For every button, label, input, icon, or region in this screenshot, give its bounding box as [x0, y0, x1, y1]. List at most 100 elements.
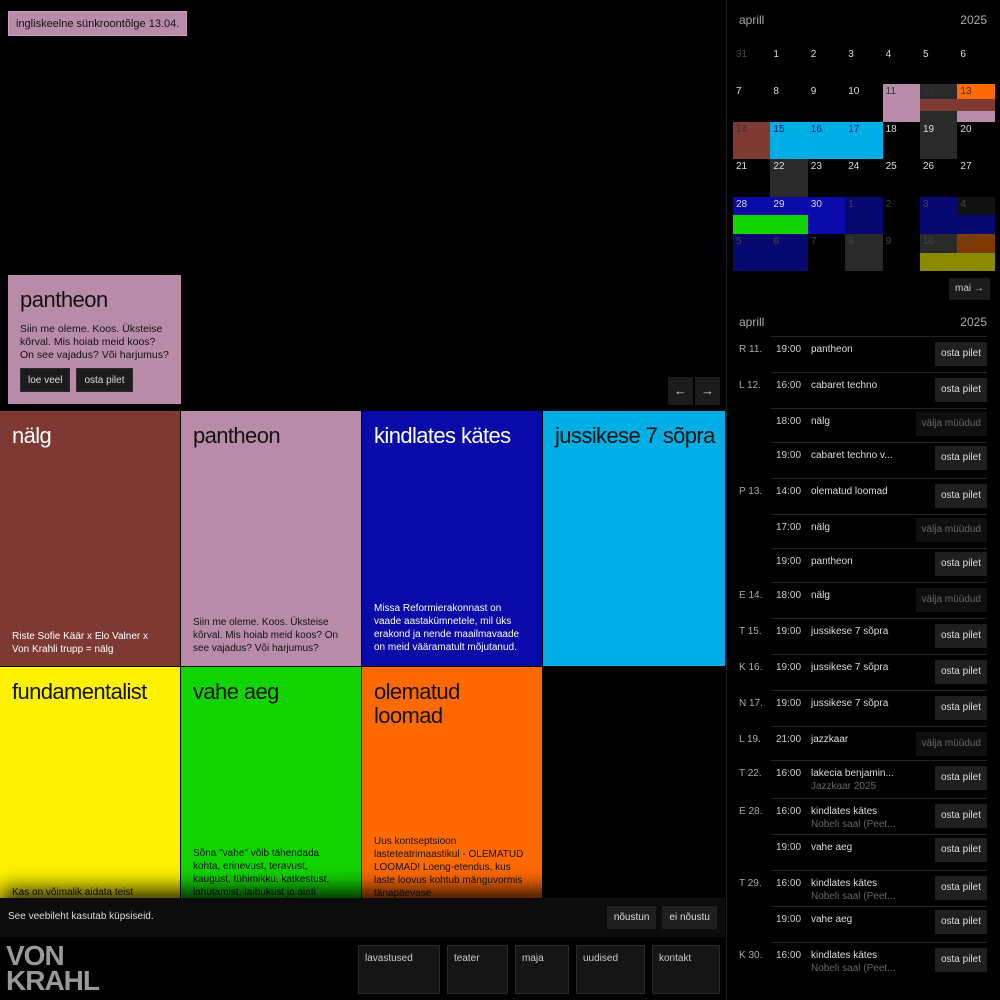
buy-ticket-button[interactable]: osta pilet: [934, 766, 987, 790]
buy-ticket-button[interactable]: osta pilet: [934, 446, 987, 470]
calendar-day[interactable]: 8: [845, 234, 882, 271]
calendar-day[interactable]: 13: [957, 84, 994, 121]
event-name[interactable]: nälg: [811, 590, 901, 601]
production-tile[interactable]: kindlates kätes Missa Reformierakonnast o…: [362, 411, 543, 667]
calendar-day[interactable]: 30: [808, 197, 845, 234]
calendar-day[interactable]: 2: [883, 197, 920, 234]
calendar-day[interactable]: 10: [845, 84, 882, 121]
cookie-accept-button[interactable]: nõustun: [606, 906, 657, 929]
nav-item-uudised[interactable]: uudised: [576, 945, 645, 994]
production-tile[interactable]: jussikese 7 sõpra: [543, 411, 725, 667]
calendar-day[interactable]: 1: [770, 47, 807, 84]
nav-item-teater[interactable]: teater: [447, 945, 508, 994]
nav-item-kontakt[interactable]: kontakt: [652, 945, 720, 994]
cookie-decline-button[interactable]: ei nõustu: [662, 906, 717, 929]
slider-arrows: ← →: [668, 377, 720, 405]
production-tile[interactable]: vahe aeg Sõna "vahe" võib tähendada kohta…: [181, 667, 362, 898]
production-tile[interactable]: olematud loomad Uus kontseptsioon lastete…: [362, 667, 543, 898]
event-row: T 29. 16:00 kindlates kätes Nobeli saal (Pe…: [733, 870, 987, 906]
calendar-day[interactable]: 6: [957, 47, 994, 84]
event-name[interactable]: kindlates kätes: [811, 806, 901, 817]
calendar-day[interactable]: 7: [808, 234, 845, 271]
calendar-day[interactable]: 29: [770, 197, 807, 234]
event-name[interactable]: kindlates kätes: [811, 950, 901, 961]
calendar-day[interactable]: 2: [808, 47, 845, 84]
calendar-day[interactable]: 15: [770, 122, 807, 159]
event-name[interactable]: jussikese 7 sõpra: [811, 662, 901, 673]
buy-ticket-button[interactable]: osta pilet: [934, 660, 987, 684]
calendar-day[interactable]: 1: [845, 197, 882, 234]
calendar-day[interactable]: 23: [808, 159, 845, 196]
event-name[interactable]: nälg: [811, 416, 901, 427]
nav-item-maja[interactable]: maja: [515, 945, 569, 994]
calendar-day[interactable]: 25: [883, 159, 920, 196]
event-name[interactable]: olematud loomad: [811, 486, 901, 497]
nav-item-lavastused[interactable]: lavastused: [358, 945, 440, 994]
event-name[interactable]: lakecia benjamin...: [811, 768, 901, 779]
buy-ticket-button[interactable]: osta pilet: [934, 876, 987, 900]
buy-ticket-button[interactable]: osta pilet: [934, 696, 987, 720]
event-name[interactable]: jussikese 7 sõpra: [811, 626, 901, 637]
calendar-day[interactable]: 10: [920, 234, 957, 271]
calendar-day[interactable]: 20: [957, 122, 994, 159]
event-name[interactable]: pantheon: [811, 344, 901, 355]
events-month: aprill: [739, 315, 765, 329]
calendar-day[interactable]: 27: [957, 159, 994, 196]
buy-ticket-button[interactable]: osta pilet: [934, 804, 987, 828]
production-tile[interactable]: nälg Riste Sofie Käär x Elo Valner x Von …: [0, 411, 181, 667]
buy-ticket-button[interactable]: osta pilet: [934, 948, 987, 972]
event-name[interactable]: vahe aeg: [811, 842, 901, 853]
production-tile[interactable]: pantheon Siin me oleme. Koos. Üksteise kõ…: [181, 411, 362, 667]
calendar-day[interactable]: 4: [957, 197, 994, 234]
calendar-day[interactable]: 31: [733, 47, 770, 84]
event-name[interactable]: kindlates kätes: [811, 878, 901, 889]
event-name[interactable]: vahe aeg: [811, 914, 901, 925]
calendar-day[interactable]: 7: [733, 84, 770, 121]
calendar-day[interactable]: 22: [770, 159, 807, 196]
calendar-day[interactable]: 6: [770, 234, 807, 271]
arrow-left-icon[interactable]: ←: [668, 377, 693, 405]
calendar-day[interactable]: 9: [808, 84, 845, 121]
calendar-day[interactable]: 19: [920, 122, 957, 159]
buy-ticket-button[interactable]: osta pilet: [76, 368, 133, 392]
calendar-day[interactable]: 5: [733, 234, 770, 271]
event-name[interactable]: pantheon: [811, 556, 901, 567]
calendar-day[interactable]: 21: [733, 159, 770, 196]
calendar-day[interactable]: 24: [845, 159, 882, 196]
event-row: 18:00 nälg välja müüdud: [733, 408, 987, 442]
calendar-day[interactable]: 5: [920, 47, 957, 84]
calendar-day[interactable]: 9: [883, 234, 920, 271]
von-krahl-logo[interactable]: VON KRAHL: [6, 942, 100, 995]
event-name[interactable]: cabaret techno: [811, 380, 901, 391]
calendar-day[interactable]: 4: [883, 47, 920, 84]
calendar-day[interactable]: 14: [733, 122, 770, 159]
event-name[interactable]: jussikese 7 sõpra: [811, 698, 901, 709]
calendar-day[interactable]: 16: [808, 122, 845, 159]
buy-ticket-button[interactable]: osta pilet: [934, 910, 987, 934]
calendar-day[interactable]: 3: [920, 197, 957, 234]
buy-ticket-button[interactable]: osta pilet: [934, 484, 987, 508]
event-name[interactable]: cabaret techno v...: [811, 450, 901, 461]
event-name[interactable]: nälg: [811, 522, 901, 533]
read-more-button[interactable]: loe veel: [20, 368, 71, 392]
buy-ticket-button[interactable]: osta pilet: [934, 552, 987, 576]
buy-ticket-button[interactable]: osta pilet: [934, 378, 987, 402]
buy-ticket-button[interactable]: osta pilet: [934, 838, 987, 862]
calendar-day[interactable]: 8: [770, 84, 807, 121]
calendar-day[interactable]: 28: [733, 197, 770, 234]
event-name[interactable]: jazzkaar: [811, 734, 901, 745]
event-row: 19:00 cabaret techno v... osta pilet: [733, 442, 987, 478]
calendar-day[interactable]: 17: [845, 122, 882, 159]
buy-ticket-button[interactable]: osta pilet: [934, 624, 987, 648]
buy-ticket-button[interactable]: osta pilet: [934, 342, 987, 366]
arrow-right-icon[interactable]: →: [695, 377, 720, 405]
calendar-day[interactable]: 18: [883, 122, 920, 159]
next-month-button[interactable]: mai →: [949, 278, 990, 300]
calendar-day[interactable]: 3: [845, 47, 882, 84]
calendar-day[interactable]: 12: [920, 84, 957, 121]
calendar-day[interactable]: 11: [883, 84, 920, 121]
calendar-day[interactable]: 26: [920, 159, 957, 196]
production-tile[interactable]: fundamentalist Kas on võimalik aidata tei…: [0, 667, 181, 898]
calendar-day[interactable]: 11: [957, 234, 994, 271]
event-row: 17:00 nälg välja müüdud: [733, 514, 987, 548]
